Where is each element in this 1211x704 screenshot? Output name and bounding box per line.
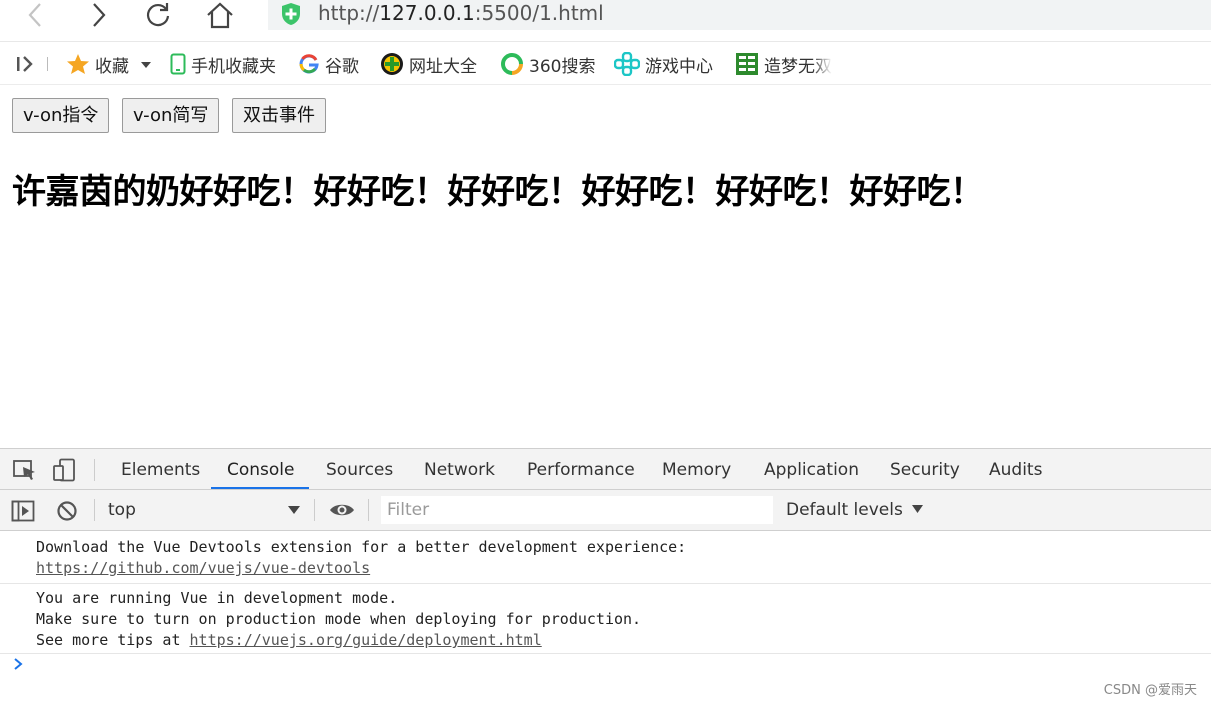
devtools-panel: Elements Console Sources Network Perform… <box>0 448 1211 704</box>
bookmark-label: 谷歌 <box>325 56 359 77</box>
console-message-text: See more tips at <box>36 631 190 649</box>
console-message-text: You are running Vue in development mode. <box>36 589 398 607</box>
phone-icon <box>170 53 186 75</box>
url-path: :5500/1.html <box>474 1 604 25</box>
search-360-icon <box>500 52 524 76</box>
tab-audits[interactable]: Audits <box>989 449 1042 489</box>
forward-button[interactable] <box>78 0 118 30</box>
bookmark-label: 手机收藏夹 <box>191 56 276 77</box>
tab-sources[interactable]: Sources <box>326 449 393 489</box>
address-bar[interactable]: http://127.0.0.1:5500/1.html <box>268 0 1211 30</box>
eye-icon[interactable] <box>328 501 356 519</box>
toolbar-divider <box>94 499 95 521</box>
clear-console-icon[interactable] <box>56 500 78 522</box>
toolbar-divider <box>314 499 315 521</box>
bookmark-favorites[interactable]: 收藏 <box>66 43 151 85</box>
double-click-button[interactable]: 双击事件 <box>232 98 326 133</box>
google-icon <box>298 53 320 75</box>
page-headline: 许嘉茵的奶好好吃！好好吃！好好吃！好好吃！好好吃！好好吃！ <box>12 172 984 212</box>
game-center-icon <box>614 52 640 76</box>
url-host: 127.0.0.1 <box>379 1 475 25</box>
bookmark-label: 360搜索 <box>529 56 596 77</box>
bookmark-game-center[interactable]: 游戏中心 <box>614 43 713 85</box>
tab-performance[interactable]: Performance <box>527 449 635 489</box>
tab-elements[interactable]: Elements <box>121 449 200 489</box>
tab-console[interactable]: Console <box>227 449 295 489</box>
browser-navbar: http://127.0.0.1:5500/1.html <box>0 0 1211 42</box>
url-scheme: http:// <box>318 1 380 25</box>
reload-button[interactable] <box>138 0 178 30</box>
home-icon <box>207 2 233 29</box>
context-selector-value: top <box>108 500 136 520</box>
context-selector[interactable]: top <box>108 490 304 530</box>
tab-memory[interactable]: Memory <box>662 449 731 489</box>
inspect-element-icon[interactable] <box>12 458 38 482</box>
tab-application[interactable]: Application <box>764 449 859 489</box>
console-toolbar: top Default levels <box>0 490 1211 531</box>
bookmark-google[interactable]: 谷歌 <box>298 43 359 85</box>
bookmark-label: 造梦无双 <box>764 56 832 77</box>
log-levels-dropdown[interactable]: Default levels <box>786 490 924 530</box>
bookmark-mobile[interactable]: 手机收藏夹 <box>170 43 276 85</box>
bookmarks-bar: 收藏 手机收藏夹 谷歌 网址大全 360搜索 游戏中心 造梦无双 <box>0 43 1211 85</box>
web-directory-icon <box>380 52 404 76</box>
tab-security[interactable]: Security <box>890 449 960 489</box>
sidebar-toggle-icon <box>17 56 33 72</box>
console-prompt-icon[interactable] <box>12 657 24 671</box>
tabbar-divider <box>94 459 95 481</box>
home-button[interactable] <box>200 0 240 30</box>
bookmark-360-search[interactable]: 360搜索 <box>500 43 595 85</box>
console-sidebar-icon[interactable] <box>11 500 35 522</box>
console-filter-input[interactable] <box>381 496 773 524</box>
chevron-left-icon <box>28 3 41 27</box>
star-icon <box>66 53 90 75</box>
caret-down-icon <box>288 506 300 514</box>
bookmark-label: 游戏中心 <box>645 56 713 77</box>
game-icon <box>735 52 759 76</box>
reload-icon <box>146 3 170 27</box>
shield-icon <box>282 3 300 25</box>
bookmark-label: 收藏 <box>95 56 129 77</box>
bookmark-label: 网址大全 <box>409 56 477 77</box>
console-message-text: Make sure to turn on production mode whe… <box>36 610 642 628</box>
v-on-directive-button[interactable]: v-on指令 <box>12 98 110 133</box>
active-tab-indicator <box>211 487 309 489</box>
bookmark-game[interactable]: 造梦无双 <box>735 43 832 85</box>
device-toolbar-icon[interactable] <box>52 458 78 482</box>
vue-devtools-link[interactable]: https://github.com/vuejs/vue-devtools <box>36 559 370 577</box>
bookmark-web-directory[interactable]: 网址大全 <box>380 43 477 85</box>
devtools-tabbar: Elements Console Sources Network Perform… <box>0 449 1211 490</box>
caret-down-icon <box>912 505 924 513</box>
console-message: Download the Vue Devtools extension for … <box>0 532 1211 584</box>
console-message-text: Download the Vue Devtools extension for … <box>36 538 687 556</box>
sidebar-toggle-button[interactable] <box>14 43 36 85</box>
vue-deployment-link[interactable]: https://vuejs.org/guide/deployment.html <box>190 631 542 649</box>
bookmarks-divider <box>47 57 48 71</box>
v-on-shorthand-button[interactable]: v-on简写 <box>122 98 220 133</box>
log-levels-label: Default levels <box>786 500 903 520</box>
console-message: You are running Vue in development mode.… <box>0 584 1211 654</box>
url-text[interactable]: http://127.0.0.1:5500/1.html <box>318 0 604 28</box>
caret-down-icon[interactable] <box>141 54 151 74</box>
toolbar-divider <box>368 499 369 521</box>
watermark: CSDN @爱雨天 <box>1103 683 1197 698</box>
chevron-right-icon <box>93 3 106 27</box>
back-button[interactable] <box>16 0 56 30</box>
tab-network[interactable]: Network <box>424 449 495 489</box>
